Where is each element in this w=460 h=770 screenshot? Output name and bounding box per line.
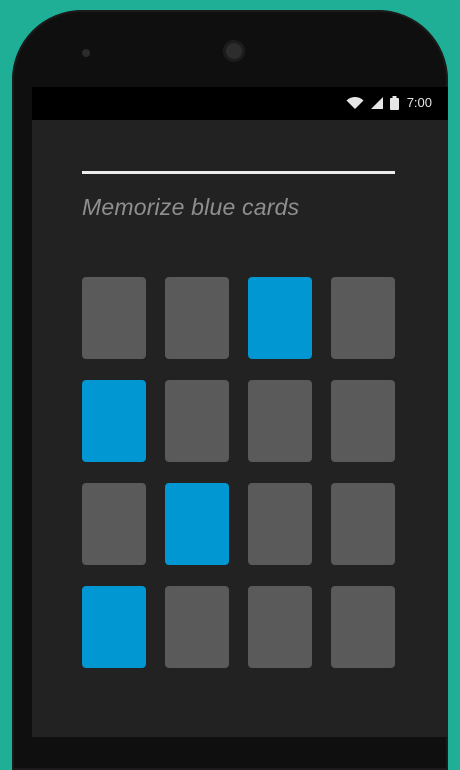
card-r4c3-gray[interactable]: [248, 586, 312, 668]
app-screen: 7:00 Memorize blue cards: [32, 87, 448, 737]
status-bar: 7:00: [32, 87, 448, 120]
front-camera: [223, 40, 245, 62]
card-r4c1-blue[interactable]: [82, 586, 146, 668]
wifi-icon: [346, 96, 364, 110]
card-r4c2-gray[interactable]: [165, 586, 229, 668]
signal-icon: [370, 96, 384, 110]
card-r1c1-gray[interactable]: [82, 277, 146, 359]
card-r3c1-gray[interactable]: [82, 483, 146, 565]
card-r3c4-gray[interactable]: [331, 483, 395, 565]
card-r2c2-gray[interactable]: [165, 380, 229, 462]
status-icons: 7:00: [346, 95, 432, 110]
timer-progress-bar: [82, 171, 395, 174]
status-time: 7:00: [406, 95, 432, 110]
card-r2c4-gray[interactable]: [331, 380, 395, 462]
card-grid: [82, 277, 396, 668]
timer-progress-fill: [82, 171, 395, 174]
card-r1c2-gray[interactable]: [165, 277, 229, 359]
phone-frame: 7:00 Memorize blue cards: [12, 10, 448, 770]
sensor-dot: [82, 49, 90, 57]
instruction-text: Memorize blue cards: [82, 194, 300, 220]
card-r2c1-blue[interactable]: [82, 380, 146, 462]
card-r3c3-gray[interactable]: [248, 483, 312, 565]
card-r3c2-blue[interactable]: [165, 483, 229, 565]
card-r4c4-gray[interactable]: [331, 586, 395, 668]
card-r2c3-gray[interactable]: [248, 380, 312, 462]
battery-icon: [389, 95, 399, 110]
card-r1c4-gray[interactable]: [331, 277, 395, 359]
card-r1c3-blue[interactable]: [248, 277, 312, 359]
